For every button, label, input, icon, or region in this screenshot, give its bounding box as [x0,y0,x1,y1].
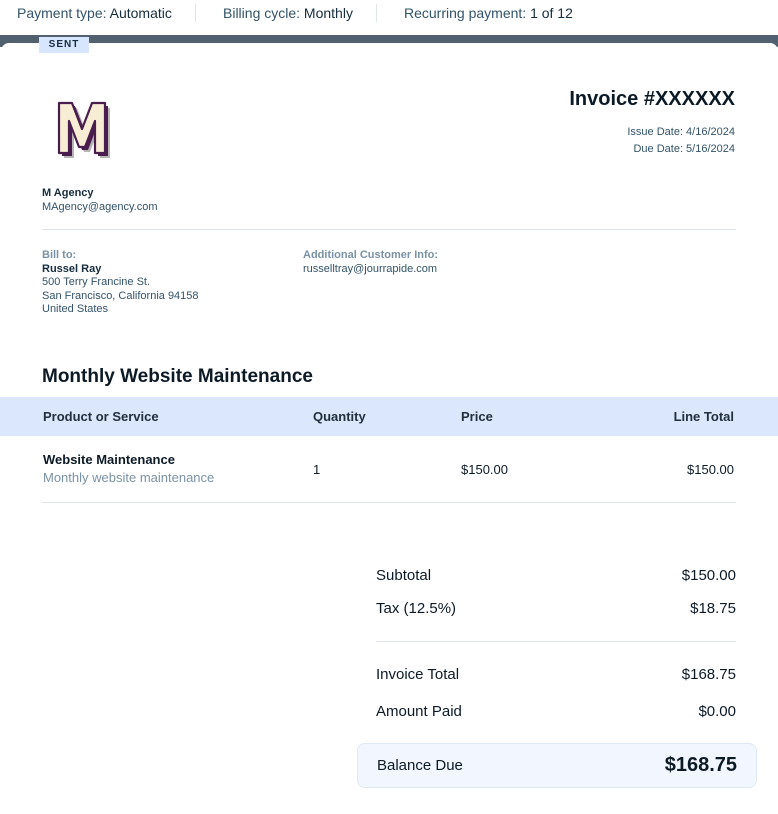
tax-label: Tax (12.5%) [376,600,457,617]
invoice-section-title: Monthly Website Maintenance [42,366,313,387]
bill-to-label: Bill to: [42,249,77,261]
address-line-1: 500 Terry Francine St. [42,276,151,288]
payment-type-value: Automatic [109,5,172,21]
additional-customer-info: Additional Customer Info: russelltray@jo… [303,249,438,276]
invoice-total-label: Invoice Total [376,666,460,683]
billing-cycle-label: Billing cycle: [223,5,301,21]
customer-email: russelltray@jourrapide.com [303,262,438,275]
tax-value: $18.75 [690,600,736,617]
company-email: MAgency@agency.com [42,201,158,213]
recurring-payment: Recurring payment: 1 of 12 [404,5,573,21]
issue-date: Issue Date: 4/16/2024 [627,126,735,138]
invoice-total-value: $168.75 [681,666,736,683]
recurring-payment-value: 1 of 12 [530,5,573,21]
product-quantity: 1 [313,462,321,477]
balance-due-box: Balance Due $168.75 [357,743,757,788]
payment-type-label: Payment type: [17,5,107,21]
column-header-line-total: Line Total [673,409,734,424]
address-country: United States [42,303,109,315]
divider [195,4,196,22]
due-date: Due Date: 5/16/2024 [633,142,735,155]
billing-cycle-value: Monthly [303,5,353,21]
subtotal-label: Subtotal [376,567,432,584]
amount-paid-label: Amount Paid [376,703,462,720]
balance-due-label: Balance Due [377,757,463,774]
product-name: Website Maintenance [43,452,175,467]
divider [376,4,377,22]
payment-type: Payment type: Automatic [17,5,172,21]
product-line-total: $150.00 [687,462,734,477]
additional-info-label: Additional Customer Info: [303,249,439,261]
column-header-product: Product or Service [43,409,159,424]
invoice-title: Invoice #XXXXXX [569,88,735,110]
status-badge: SENT [39,37,89,53]
recurring-info-bar: Payment type: Automatic Billing cycle: M… [0,0,778,35]
company-info: M Agency MAgency@agency.com [42,186,158,214]
divider [42,502,736,503]
line-items-header: Product or Service Quantity Price Line T… [0,397,778,436]
column-header-price: Price [461,409,493,424]
company-name: M Agency [42,187,94,199]
recurring-payment-label: Recurring payment: [404,5,527,21]
invoice-dates: Issue Date: 4/16/2024 Due Date: 5/16/202… [627,124,735,157]
table-row: Website Maintenance Monthly website main… [0,452,778,502]
column-header-quantity: Quantity [313,409,366,424]
bill-to-block: Bill to: Russel Ray 500 Terry Francine S… [42,249,199,317]
product-description: Monthly website maintenance [43,470,215,485]
company-logo-icon [57,101,110,158]
billing-cycle: Billing cycle: Monthly [223,5,353,21]
divider [376,641,736,642]
subtotal-value: $150.00 [681,567,736,584]
product-price: $150.00 [461,462,508,477]
balance-due-value: $168.75 [664,754,737,776]
address-line-2: San Francisco, California 94158 [42,289,199,302]
customer-name: Russel Ray [42,262,102,275]
divider [42,229,736,230]
amount-paid-value: $0.00 [698,703,736,720]
